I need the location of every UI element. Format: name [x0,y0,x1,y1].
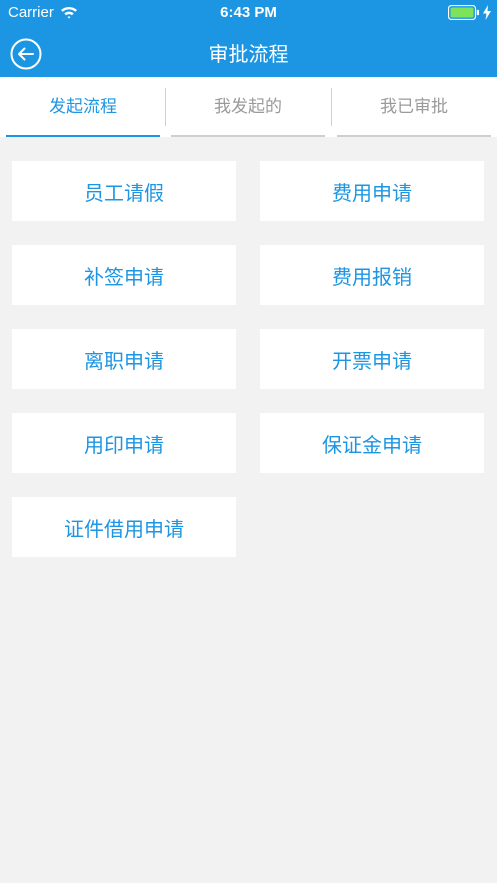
battery-icon [448,5,479,20]
header-bar: Carrier 6:43 PM 审批流程 [0,0,497,77]
request-button-resignation[interactable]: 离职申请 [12,329,236,389]
tab-my-approved[interactable]: 我已审批 [337,77,491,137]
request-button-attendance-supplement[interactable]: 补签申请 [12,245,236,305]
navigation-bar: 审批流程 [0,26,497,77]
request-button-seal-use[interactable]: 用印申请 [12,413,236,473]
tab-my-initiated[interactable]: 我发起的 [171,77,325,137]
request-button-deposit[interactable]: 保证金申请 [260,413,484,473]
charging-bolt-icon [483,5,491,20]
request-button-certificate-borrow[interactable]: 证件借用申请 [12,497,236,557]
tab-label: 我发起的 [214,96,282,117]
tab-divider [331,88,332,126]
app-screen: Carrier 6:43 PM 审批流程 发起流程 我发起的 我已审批 员工请假… [0,0,497,883]
clock-time: 6:43 PM [220,4,277,21]
request-button-expense-application[interactable]: 费用申请 [260,161,484,221]
tab-start-process[interactable]: 发起流程 [6,77,160,137]
tab-bar: 发起流程 我发起的 我已审批 [0,77,497,137]
tab-label: 发起流程 [49,96,117,117]
tab-divider [165,88,166,126]
request-button-leave[interactable]: 员工请假 [12,161,236,221]
request-button-expense-reimbursement[interactable]: 费用报销 [260,245,484,305]
status-bar: Carrier 6:43 PM [0,0,497,26]
page-title: 审批流程 [208,42,289,66]
tab-label: 我已审批 [380,96,448,117]
request-button-invoice[interactable]: 开票申请 [260,329,484,389]
